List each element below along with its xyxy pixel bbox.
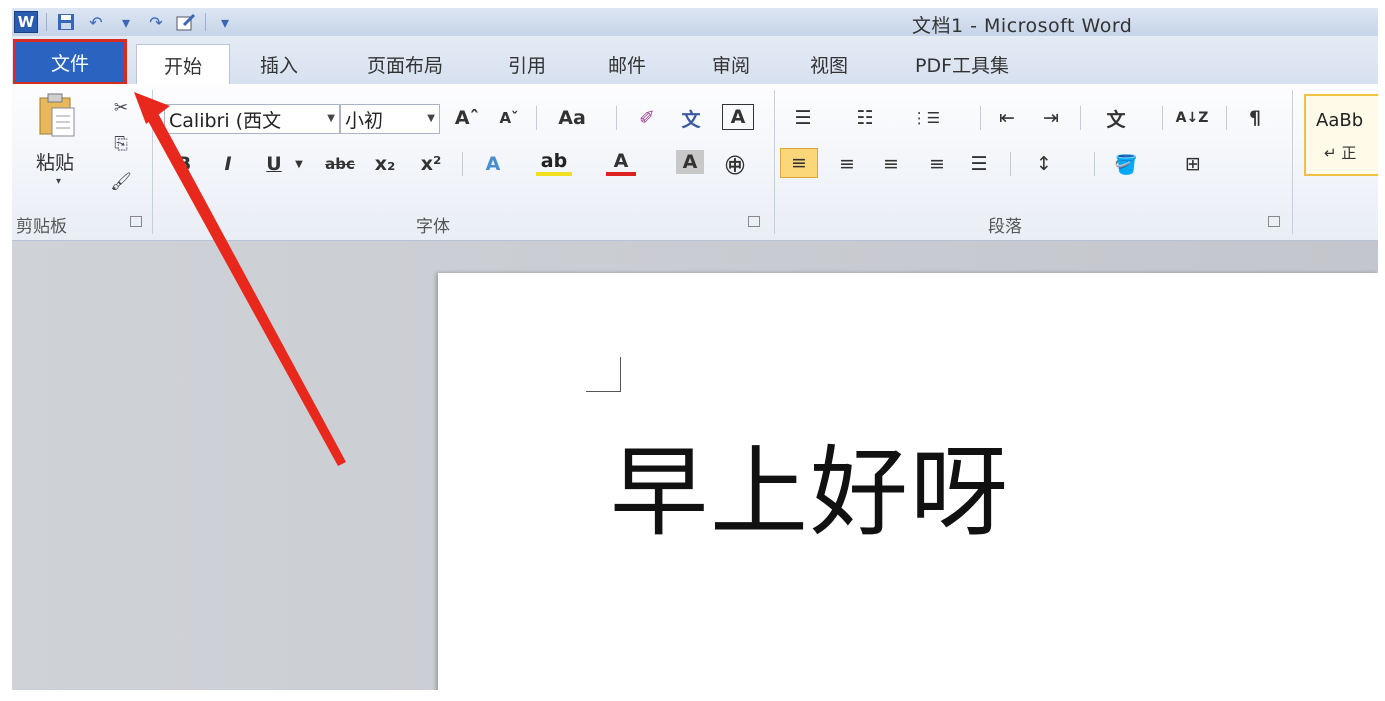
font-name-combo[interactable]: Calibri (西文 ▼ [164, 104, 340, 134]
group-separator [1292, 90, 1293, 234]
bullets-icon[interactable]: ☰ [788, 104, 818, 132]
tab-pdf-tools[interactable]: PDF工具集 [900, 44, 1024, 84]
sort-icon[interactable]: A↓Z [1174, 104, 1210, 132]
borders-icon[interactable]: ⊞ [1178, 150, 1208, 178]
separator [1162, 106, 1163, 130]
word-logo-icon[interactable]: W [14, 11, 38, 33]
shrink-font-icon[interactable]: Aˇ [494, 104, 524, 132]
bold-button[interactable]: B [172, 150, 196, 178]
italic-button[interactable]: I [216, 150, 240, 178]
separator [536, 106, 537, 130]
decrease-indent-icon[interactable]: ⇤ [992, 104, 1022, 132]
text-effect-icon[interactable]: A [478, 150, 508, 178]
redo-icon[interactable]: ↷ [145, 12, 167, 32]
word-window: W ↶ ▾ ↷ ▾ 文档1 - Microsoft Word 文件 开始 插入 … [12, 8, 1378, 690]
paragraph-shading-icon[interactable]: 🪣 [1106, 150, 1146, 178]
numbering-icon[interactable]: ☷ [850, 104, 880, 132]
separator [1226, 106, 1227, 130]
clipboard-launcher-icon[interactable] [130, 216, 142, 227]
chevron-down-icon[interactable]: ▼ [327, 113, 335, 124]
qat-separator [205, 13, 206, 31]
font-size-value: 小初 [345, 109, 384, 132]
enclose-characters-icon[interactable]: ㊥ [720, 150, 750, 178]
subscript-button[interactable]: x₂ [370, 150, 400, 178]
grow-font-icon[interactable]: Aˆ [452, 104, 482, 132]
center-button[interactable]: ≡ [832, 150, 862, 178]
document-page[interactable]: 早上好呀 [438, 273, 1378, 690]
separator [616, 106, 617, 130]
margin-corner-mark [586, 357, 621, 392]
character-shading-icon[interactable]: A [676, 150, 704, 174]
paragraph-group-label: 段落 [988, 217, 1022, 237]
save-icon[interactable] [55, 12, 77, 32]
tab-references[interactable]: 引用 [492, 44, 562, 84]
font-group-label: 字体 [416, 217, 450, 237]
separator [980, 106, 981, 130]
style-normal[interactable]: AaBb ↵ 正 [1304, 94, 1378, 176]
superscript-button[interactable]: x² [416, 150, 446, 178]
tab-file[interactable]: 文件 [16, 42, 124, 82]
chinese-layout-icon[interactable]: 文 [1096, 104, 1136, 132]
ribbon: 粘贴 ▾ ✂ ⎘ 🖌 剪贴板 Calibri (西文 ▼ 小初 ▼ Aˆ Aˇ … [12, 84, 1378, 241]
distributed-button[interactable]: ☰ [964, 150, 994, 178]
undo-icon[interactable]: ↶ [85, 12, 107, 32]
clipboard-group-label: 剪贴板 [16, 217, 67, 237]
tab-page-layout[interactable]: 页面布局 [350, 44, 460, 84]
separator [1010, 152, 1011, 176]
style-preview: AaBb [1316, 110, 1364, 131]
highlight-color-icon[interactable]: ab [536, 150, 572, 176]
separator [1094, 152, 1095, 176]
paste-dropdown-icon[interactable]: ▾ [56, 176, 61, 187]
tab-insert[interactable]: 插入 [244, 44, 314, 84]
chevron-down-icon[interactable]: ▼ [427, 113, 435, 124]
font-size-combo[interactable]: 小初 ▼ [340, 104, 440, 134]
font-launcher-icon[interactable] [748, 216, 760, 227]
multilevel-list-icon[interactable]: ⋮☰ [906, 104, 946, 132]
phonetic-guide-icon[interactable]: 文 [676, 104, 706, 132]
align-left-button[interactable]: ≡ [780, 148, 818, 178]
tab-review[interactable]: 审阅 [696, 44, 766, 84]
title-bar: W ↶ ▾ ↷ ▾ 文档1 - Microsoft Word [12, 8, 1378, 37]
align-right-button[interactable]: ≡ [876, 150, 906, 178]
paragraph-launcher-icon[interactable] [1268, 216, 1280, 227]
copy-icon[interactable]: ⎘ [108, 132, 134, 156]
show-marks-icon[interactable]: ¶ [1240, 104, 1270, 132]
customize-qat-icon[interactable]: ▾ [214, 12, 236, 32]
paste-button[interactable]: 粘贴 [36, 148, 74, 175]
tab-mailings[interactable]: 邮件 [592, 44, 662, 84]
group-separator [152, 90, 153, 234]
format-painter-icon[interactable]: 🖌 [108, 170, 134, 194]
cut-icon[interactable]: ✂ [108, 96, 134, 120]
group-separator [774, 90, 775, 234]
window-title: 文档1 - Microsoft Word [912, 15, 1133, 37]
font-color-icon[interactable]: A [606, 150, 636, 176]
strikethrough-button[interactable]: abc [322, 150, 358, 178]
underline-dropdown-icon[interactable]: ▼ [292, 150, 306, 178]
qat-separator [46, 13, 47, 31]
undo-dropdown-icon[interactable]: ▾ [115, 12, 137, 32]
clear-format-icon[interactable]: ✐ [632, 104, 662, 132]
justify-button[interactable]: ≡ [922, 150, 952, 178]
separator [1080, 106, 1081, 130]
tab-home[interactable]: 开始 [136, 44, 230, 85]
document-text[interactable]: 早上好呀 [610, 413, 1010, 555]
separator [462, 152, 463, 176]
character-border-icon[interactable]: A [722, 104, 754, 130]
paste-icon[interactable] [36, 92, 78, 138]
increase-indent-icon[interactable]: ⇥ [1036, 104, 1066, 132]
edit-icon[interactable] [175, 12, 197, 32]
change-case-icon[interactable]: Aa [552, 104, 592, 132]
line-spacing-icon[interactable]: ↕ [1024, 150, 1064, 178]
quick-access-toolbar: W ↶ ▾ ↷ ▾ [14, 11, 236, 33]
font-name-value: Calibri (西文 [169, 109, 282, 132]
document-workspace: 早上好呀 [12, 241, 1378, 690]
tab-view[interactable]: 视图 [794, 44, 864, 84]
ribbon-tabs: 文件 开始 插入 页面布局 引用 邮件 审阅 视图 PDF工具集 [12, 36, 1378, 85]
underline-button[interactable]: U [262, 150, 286, 178]
style-name: ↵ 正 [1324, 144, 1357, 162]
